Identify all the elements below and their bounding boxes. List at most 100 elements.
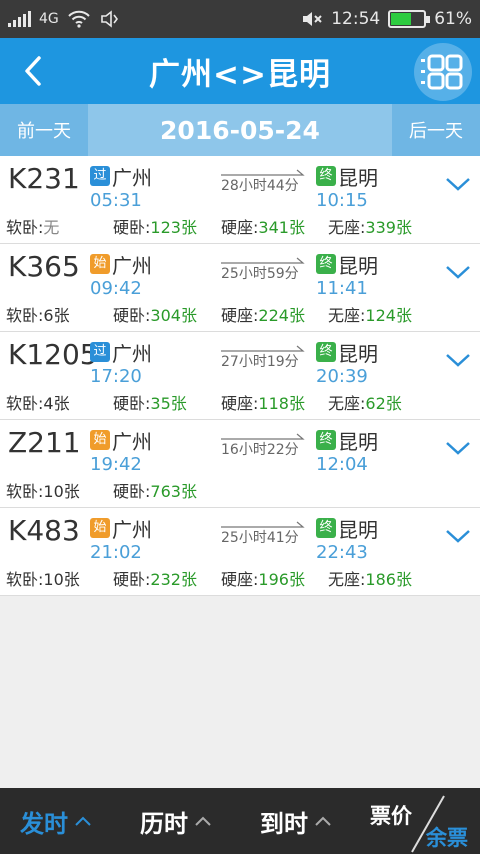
sort-duration-label: 历时 [140, 809, 188, 838]
train-row[interactable]: K483 始广州 21:02 25小时41分终昆明 22:43 软卧:10张 硬卧:232张… [0, 508, 480, 596]
seat-type-label: 硬卧: [113, 218, 151, 237]
seat-type-label: 无座: [328, 394, 366, 413]
next-day-button[interactable]: 后一天 [392, 104, 480, 156]
arrival-station: 昆明 [338, 517, 378, 542]
chevron-down-icon[interactable] [444, 350, 472, 370]
station-type-badge: 始 [90, 518, 110, 538]
departure-time: 21:02 [90, 542, 142, 563]
sort-arrive-button[interactable]: 到时 [240, 788, 360, 854]
seat-type-label: 硬座: [221, 218, 259, 237]
departure-time: 17:20 [90, 366, 142, 387]
departure-station: 广州 [112, 517, 152, 542]
train-row[interactable]: K1205 过广州 17:20 27小时19分终昆明 20:39 软卧:4张 硬卧:35张硬… [0, 332, 480, 420]
arrival-info: 终昆明 12:04 [316, 428, 378, 475]
date-bar: 前一天 2016-05-24 后一天 [0, 104, 480, 156]
chevron-up-icon [315, 816, 331, 826]
arrival-station: 昆明 [338, 165, 378, 190]
seat-count: 232张 [150, 570, 197, 589]
sort-arrive-label: 到时 [260, 809, 308, 838]
seat-availability: 硬卧:763张 [113, 478, 197, 502]
seat-availability: 硬座:341张 [221, 214, 305, 238]
station-type-badge: 过 [90, 342, 110, 362]
sort-remaining-label: 余票 [426, 826, 468, 850]
clock: 12:54 [331, 9, 381, 29]
departure-info: 始广州 09:42 [90, 252, 152, 299]
chevron-down-icon[interactable] [444, 262, 472, 282]
station-type-badge: 终 [316, 254, 336, 274]
seat-count: 无 [43, 218, 60, 237]
seat-count: 304张 [150, 306, 197, 325]
arrow-right-icon [221, 257, 305, 264]
sort-depart-button[interactable]: 发时 [0, 788, 120, 854]
seat-count: 123张 [150, 218, 197, 237]
seat-count: 339张 [365, 218, 412, 237]
seat-count: 763张 [150, 482, 197, 501]
seat-type-label: 硬卧: [113, 570, 151, 589]
chevron-down-icon[interactable] [444, 526, 472, 546]
seat-availability: 软卧:6张 [6, 302, 70, 326]
arrival-time: 12:04 [316, 454, 368, 475]
seat-count: 196张 [258, 570, 305, 589]
seat-availability: 硬座:224张 [221, 302, 305, 326]
departure-station: 广州 [112, 429, 152, 454]
battery-percent: 61% [434, 9, 472, 29]
prev-day-button[interactable]: 前一天 [0, 104, 88, 156]
train-row[interactable]: K365 始广州 09:42 25小时59分终昆明 11:41 软卧:6张 硬卧:304张硬… [0, 244, 480, 332]
back-button[interactable] [10, 48, 56, 94]
menu-button[interactable] [414, 43, 472, 101]
seat-type-label: 无座: [328, 570, 366, 589]
station-type-badge: 终 [316, 166, 336, 186]
signal-icon [8, 11, 31, 27]
arrival-info: 终昆明 10:15 [316, 164, 378, 211]
seat-count: 224张 [258, 306, 305, 325]
seat-count: 4张 [43, 394, 70, 413]
sort-duration-button[interactable]: 历时 [120, 788, 240, 854]
train-row[interactable]: K231 过广州 05:31 28小时44分终昆明 10:15 软卧:无 硬卧:123张 硬座… [0, 156, 480, 244]
seat-type-label: 软卧: [6, 306, 44, 325]
chevron-down-icon[interactable] [444, 174, 472, 194]
seat-summary: 软卧:无 硬卧:123张 硬座:341张 无座:339张 [6, 214, 446, 238]
seat-type-label: 软卧: [6, 570, 44, 589]
seat-availability: 无座:186张 [328, 566, 412, 590]
sort-depart-label: 发时 [20, 809, 68, 838]
arrival-info: 终昆明 22:43 [316, 516, 378, 563]
departure-info: 始广州 19:42 [90, 428, 152, 475]
seat-type-label: 硬座: [221, 570, 259, 589]
arrival-station: 昆明 [338, 429, 378, 454]
network-type: 4G [39, 11, 59, 27]
price-remaining-toggle[interactable]: 票价 余票 [362, 788, 480, 854]
page-title: 广州<>昆明 [149, 56, 331, 93]
seat-count: 186张 [365, 570, 412, 589]
arrival-time: 10:15 [316, 190, 368, 211]
seat-type-label: 无座: [328, 306, 366, 325]
departure-time: 05:31 [90, 190, 142, 211]
arrival-station: 昆明 [338, 253, 378, 278]
seat-type-label: 硬卧: [113, 306, 151, 325]
seat-type-label: 软卧: [6, 394, 44, 413]
arrival-time: 22:43 [316, 542, 368, 563]
train-row[interactable]: Z211 始广州 19:42 16小时22分终昆明 12:04 软卧:10张 硬卧:763张 [0, 420, 480, 508]
station-type-badge: 始 [90, 254, 110, 274]
date-display[interactable]: 2016-05-24 [88, 104, 392, 156]
seat-summary: 软卧:10张 硬卧:232张 硬座:196张 无座:186张 [6, 566, 446, 590]
title-bar: 广州<>昆明 [0, 38, 480, 104]
seat-availability: 硬卧:232张 [113, 566, 197, 590]
arrow-right-icon [221, 521, 305, 528]
chevron-down-icon[interactable] [444, 438, 472, 458]
arrival-time: 20:39 [316, 366, 368, 387]
seat-type-label: 硬卧: [113, 394, 151, 413]
seat-count: 118张 [258, 394, 305, 413]
seat-type-label: 软卧: [6, 218, 44, 237]
seat-type-label: 硬座: [221, 394, 259, 413]
travel-duration: 25小时59分 [221, 257, 305, 283]
station-type-badge: 始 [90, 430, 110, 450]
station-type-badge: 终 [316, 430, 336, 450]
seat-summary: 软卧:6张 硬卧:304张 硬座:224张 无座:124张 [6, 302, 446, 326]
seat-count: 341张 [258, 218, 305, 237]
vibrate-icon [100, 10, 118, 28]
seat-availability: 硬座:196张 [221, 566, 305, 590]
departure-station: 广州 [112, 253, 152, 278]
grid-menu-icon [421, 54, 463, 90]
wifi-icon [68, 10, 90, 28]
mute-icon [303, 12, 322, 26]
